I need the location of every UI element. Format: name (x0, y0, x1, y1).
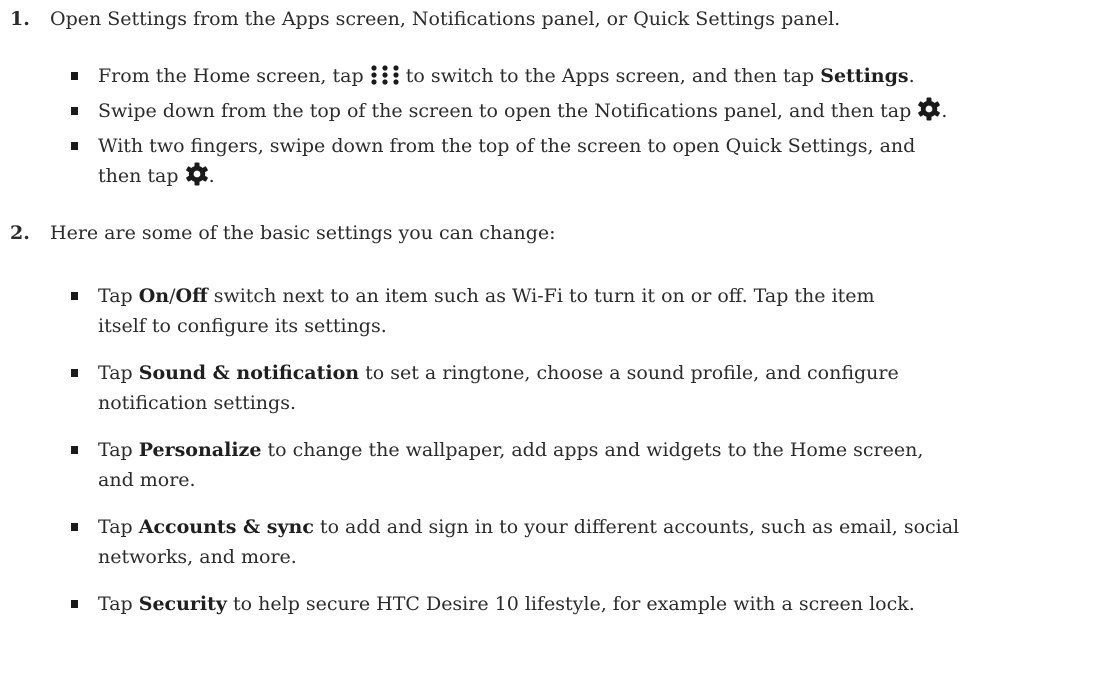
bullet-marker (71, 107, 78, 115)
text-fragment: . (941, 100, 948, 122)
text-fragment: to switch to the Apps screen, and then t… (405, 65, 815, 87)
bold-term: Personalize (138, 439, 262, 461)
bullet-marker (71, 292, 78, 300)
text-fragment: . (908, 65, 915, 87)
text-line: and more. (98, 469, 196, 491)
text-line: networks, and more. (98, 546, 297, 568)
text-line: notification settings. (98, 392, 296, 414)
text-fragment: Tap (98, 593, 139, 615)
apps-grid-icon (370, 64, 400, 95)
text-fragment: to set a ringtone, choose a sound profil… (359, 362, 899, 384)
bold-term: Security (138, 593, 227, 615)
settings-gear-icon (185, 162, 209, 195)
bullet-marker (71, 142, 78, 150)
bullet-marker (71, 446, 78, 454)
bullet-marker (71, 600, 78, 608)
text-fragment: From the Home screen, tap (98, 65, 364, 87)
settings-gear-icon (917, 97, 941, 130)
bold-term: Off (175, 285, 208, 307)
text-fragment: Swipe down from the top of the screen to… (98, 100, 912, 122)
text-fragment: . (208, 165, 215, 187)
text-fragment: Tap (98, 439, 139, 461)
text-fragment: to add and sign in to your different acc… (313, 516, 960, 538)
text-line: With two fingers, swipe down from the to… (98, 135, 916, 157)
text-fragment: Tap (98, 516, 139, 538)
step-text: Open Settings from the Apps screen, Noti… (50, 8, 841, 30)
text-fragment: then tap (98, 165, 179, 187)
text-fragment: Tap (98, 285, 139, 307)
text-fragment: to help secure HTC Desire 10 lifestyle, … (226, 593, 915, 615)
bold-term: On (138, 285, 170, 307)
step-text: Here are some of the basic settings you … (50, 222, 556, 244)
text-fragment: Tap (98, 362, 139, 384)
text-fragment: switch next to an item such as Wi-Fi to … (207, 285, 875, 307)
bold-term: Accounts & sync (138, 516, 314, 538)
document-page: 1. Open Settings from the Apps screen, N… (0, 0, 1119, 679)
bullet-marker (71, 72, 78, 80)
bold-term: Settings (820, 65, 909, 87)
text-fragment: to change the wallpaper, add apps and wi… (261, 439, 924, 461)
step-number: 2. (10, 222, 30, 244)
bullet-marker (71, 369, 78, 377)
bullet-marker (71, 523, 78, 531)
step-number: 1. (10, 8, 30, 30)
text-line: itself to configure its settings. (98, 315, 387, 337)
bold-term: Sound & notification (138, 362, 360, 384)
